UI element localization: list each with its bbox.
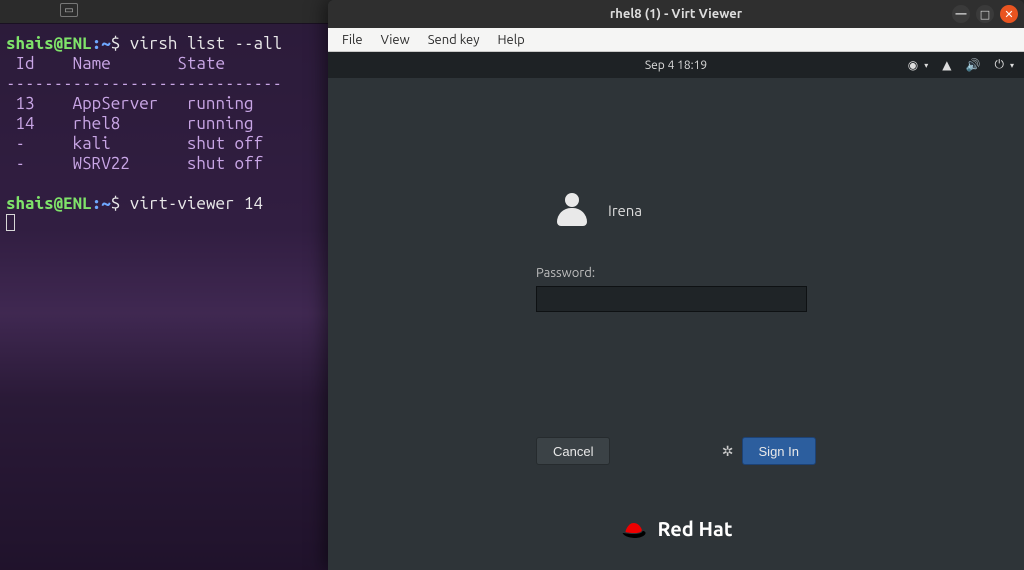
- volume-icon[interactable]: 🔊: [966, 58, 981, 72]
- menu-send-key[interactable]: Send key: [420, 31, 488, 49]
- password-label: Password:: [536, 266, 816, 280]
- prompt-sigil: $: [111, 194, 130, 213]
- accessibility-icon[interactable]: ◉: [908, 58, 918, 72]
- window-list-icon[interactable]: ▭: [60, 3, 78, 17]
- login-button-row: Cancel ✲ Sign In: [536, 437, 816, 465]
- prompt-user: shais: [6, 194, 54, 213]
- chevron-down-icon[interactable]: ▾: [1010, 61, 1014, 70]
- session-options-icon[interactable]: ✲: [722, 443, 734, 460]
- brand-text: Red Hat: [658, 517, 733, 540]
- virt-viewer-menubar: File View Send key Help: [328, 28, 1024, 52]
- cmd-virsh-list: virsh list --all: [130, 34, 282, 53]
- terminal-output: shais@ENL:~$ virsh list --all Id Name St…: [0, 24, 328, 244]
- network-icon[interactable]: ▲: [942, 58, 951, 72]
- table-row: 14 rhel8 running: [6, 114, 254, 133]
- table-row: 13 AppServer running: [6, 94, 254, 113]
- virt-viewer-titlebar[interactable]: rhel8 (1) - Virt Viewer — □ ✕: [328, 0, 1024, 28]
- avatar-icon: [554, 192, 590, 228]
- cancel-button[interactable]: Cancel: [536, 437, 610, 465]
- power-icon[interactable]: ⏻: [994, 58, 1004, 72]
- prompt-at: @: [54, 194, 64, 213]
- prompt-sigil: $: [111, 34, 130, 53]
- menu-help[interactable]: Help: [489, 31, 532, 49]
- table-row: - WSRV22 shut off: [6, 154, 263, 173]
- terminal-window[interactable]: shais@ENL:~$ virsh list --all Id Name St…: [0, 23, 328, 570]
- cmd-virt-viewer: virt-viewer 14: [130, 194, 263, 213]
- sign-in-button[interactable]: Sign In: [742, 437, 816, 465]
- brand-logo: Red Hat: [620, 517, 733, 540]
- menu-file[interactable]: File: [334, 31, 371, 49]
- chevron-down-icon[interactable]: ▾: [924, 61, 928, 70]
- prompt-path: :~: [92, 34, 111, 53]
- virt-viewer-window: rhel8 (1) - Virt Viewer — □ ✕ File View …: [328, 0, 1024, 570]
- table-divider: -----------------------------: [6, 74, 282, 93]
- login-panel: Irena Password:: [536, 192, 816, 312]
- prompt-host: ENL: [63, 34, 92, 53]
- guest-display[interactable]: Sep 4 18:19 ◉ ▾ ▲ 🔊 ⏻ ▾ Irena Pass: [328, 52, 1024, 570]
- user-name-label: Irena: [608, 202, 642, 219]
- guest-clock[interactable]: Sep 4 18:19: [645, 59, 707, 72]
- user-row[interactable]: Irena: [554, 192, 816, 228]
- table-header: Id Name State: [6, 54, 225, 73]
- prompt-user: shais: [6, 34, 54, 53]
- window-title: rhel8 (1) - Virt Viewer: [610, 7, 742, 21]
- close-button[interactable]: ✕: [1000, 5, 1018, 23]
- prompt-path: :~: [92, 194, 111, 213]
- redhat-icon: [620, 518, 648, 540]
- guest-top-bar: Sep 4 18:19 ◉ ▾ ▲ 🔊 ⏻ ▾: [328, 52, 1024, 78]
- prompt-host: ENL: [63, 194, 92, 213]
- table-row: - kali shut off: [6, 134, 263, 153]
- minimize-button[interactable]: —: [952, 5, 970, 23]
- desktop-background: ▭ shais@ENL:~$ virsh list --all Id Name …: [0, 0, 1024, 570]
- prompt-at: @: [54, 34, 64, 53]
- maximize-button[interactable]: □: [976, 5, 994, 23]
- menu-view[interactable]: View: [373, 31, 418, 49]
- guest-system-tray[interactable]: ◉ ▾ ▲ 🔊 ⏻ ▾: [908, 58, 1014, 72]
- password-input[interactable]: [536, 286, 807, 312]
- terminal-cursor: [6, 214, 15, 231]
